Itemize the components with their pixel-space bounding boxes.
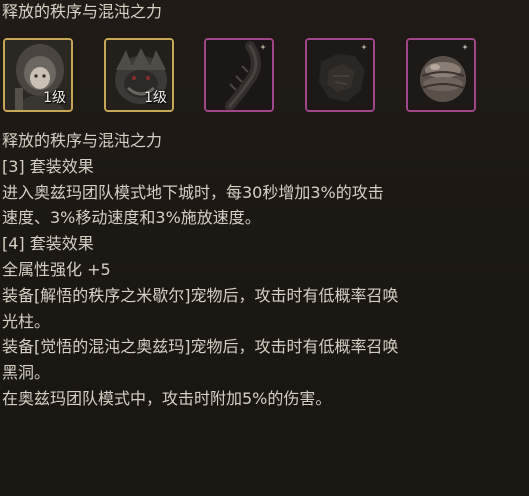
sparkle-icon	[361, 44, 367, 50]
sparkle-icon	[260, 44, 266, 50]
set-item-slot-1[interactable]: 1级	[3, 38, 73, 112]
set-effect-4-text: 黑洞。	[2, 363, 51, 383]
set-name: 释放的秩序与混沌之力	[2, 131, 163, 150]
set-item-slot-2[interactable]: 1级	[104, 38, 174, 112]
set-item-slot-5[interactable]	[406, 38, 476, 112]
set-item-slots: 1级 1级	[0, 38, 529, 118]
set-effect-3-header: [3] 套装效果	[2, 156, 94, 176]
dark-armor-icon	[307, 40, 373, 110]
set-effect-4-text: 光柱。	[2, 311, 51, 331]
set-item-slot-4[interactable]	[305, 38, 375, 112]
set-effect-4-text: 装备[觉悟的混沌之奥兹玛]宠物后，攻击时有低概率召唤	[2, 337, 399, 357]
set-effect-4-text: 在奥兹玛团队模式中，攻击时附加5%的伤害。	[2, 388, 332, 408]
set-effect-4-text: 装备[解悟的秩序之米歇尔]宠物后，攻击时有低概率召唤	[2, 285, 399, 305]
set-item-slot-3[interactable]	[204, 38, 274, 112]
dark-orb-icon	[408, 40, 474, 110]
slot-level-label: 1级	[144, 90, 167, 106]
set-effect-3-text: 进入奥兹玛团队模式地下城时，每30秒增加3%的攻击	[2, 182, 384, 202]
set-effect-3-text: 速度、3%移动速度和3%施放速度。	[2, 208, 261, 228]
set-effect-4-text: 全属性强化 +5	[2, 259, 111, 279]
set-effect-4-header: [4] 套装效果	[2, 234, 94, 254]
sparkle-icon	[462, 44, 468, 50]
slot-level-label: 1级	[43, 90, 66, 106]
set-title: 释放的秩序与混沌之力	[2, 2, 163, 21]
set-description: 释放的秩序与混沌之力 [3] 套装效果 进入奥兹玛团队模式地下城时，每30秒增加…	[2, 128, 525, 412]
set-tooltip-panel: 释放的秩序与混沌之力 1级 1级 释放的秩序与混沌之力 [3] 套装效果 进入奥…	[0, 0, 529, 496]
dark-claw-icon	[206, 40, 272, 110]
